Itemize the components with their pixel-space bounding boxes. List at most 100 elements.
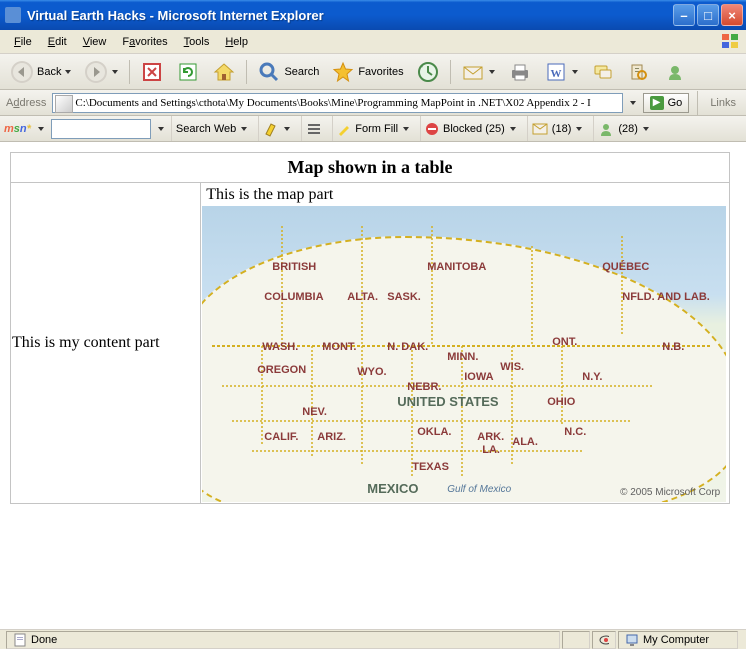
- refresh-icon: [176, 60, 200, 84]
- forward-dropdown[interactable]: [111, 70, 119, 74]
- label-minn: MINN.: [447, 351, 478, 363]
- options-button[interactable]: [301, 116, 326, 141]
- back-dropdown[interactable]: [64, 70, 72, 74]
- label-nc: N.C.: [564, 426, 586, 438]
- research-button[interactable]: [623, 58, 655, 86]
- map-cell: This is the map part BRITISH COLUMBIA AL…: [201, 183, 730, 504]
- form-fill-icon: [337, 122, 351, 136]
- buddy-button[interactable]: (28): [593, 116, 654, 141]
- map-viewport[interactable]: BRITISH COLUMBIA ALTA. SASK. MANITOBA ON…: [202, 206, 726, 502]
- go-arrow-icon: ▶: [650, 96, 664, 110]
- mail-dropdown[interactable]: [488, 70, 496, 74]
- page-content: Map shown in a table This is my content …: [0, 142, 746, 629]
- status-zone: My Computer: [618, 631, 738, 649]
- refresh-button[interactable]: [172, 58, 204, 86]
- menu-file[interactable]: File: [6, 33, 40, 51]
- edit-button[interactable]: W: [540, 58, 583, 86]
- msn-logo[interactable]: msn*: [4, 123, 31, 135]
- menu-help[interactable]: Help: [217, 33, 256, 51]
- status-bar: Done My Computer: [0, 629, 746, 649]
- window-titlebar: Virtual Earth Hacks - Microsoft Internet…: [0, 0, 746, 30]
- menu-tools[interactable]: Tools: [176, 33, 218, 51]
- home-button[interactable]: [208, 58, 240, 86]
- close-button[interactable]: ×: [721, 4, 743, 26]
- options-icon: [306, 121, 322, 137]
- label-ariz: ARIZ.: [317, 431, 346, 443]
- label-iowa: IOWA: [464, 371, 493, 383]
- buddy-dropdown[interactable]: [642, 127, 650, 131]
- label-ohio: OHIO: [547, 396, 575, 408]
- minimize-button[interactable]: –: [673, 4, 695, 26]
- back-button[interactable]: Back: [6, 58, 76, 86]
- address-input[interactable]: [52, 93, 622, 113]
- star-icon: [331, 60, 355, 84]
- label-sask: SASK.: [387, 291, 421, 303]
- label-manitoba: MANITOBA: [427, 261, 486, 273]
- search-button[interactable]: Search: [253, 58, 323, 86]
- links-label[interactable]: Links: [706, 97, 740, 109]
- label-gulf: Gulf of Mexico: [447, 484, 511, 495]
- mail-count-dropdown[interactable]: [575, 127, 583, 131]
- window-title: Virtual Earth Hacks - Microsoft Internet…: [27, 8, 671, 23]
- map-cell-label: This is the map part: [202, 184, 728, 206]
- forward-button[interactable]: [80, 58, 123, 86]
- mail-count-icon: [532, 123, 548, 135]
- table-heading: Map shown in a table: [11, 153, 730, 183]
- blocked-dropdown[interactable]: [509, 127, 517, 131]
- address-dropdown[interactable]: [629, 101, 637, 105]
- buddy-count-label: (28): [618, 123, 638, 135]
- print-button[interactable]: [504, 58, 536, 86]
- menu-favorites[interactable]: Favorites: [114, 33, 175, 51]
- go-label: Go: [668, 97, 683, 109]
- buddy-icon: [598, 121, 614, 137]
- print-icon: [508, 60, 532, 84]
- msn-search-dropdown[interactable]: [157, 127, 165, 131]
- highlight-icon: [263, 121, 279, 137]
- mail-button[interactable]: [457, 58, 500, 86]
- menu-edit[interactable]: Edit: [40, 33, 75, 51]
- label-mexico: MEXICO: [367, 481, 418, 496]
- map-table: Map shown in a table This is my content …: [10, 152, 730, 504]
- search-web-button[interactable]: Search Web: [171, 116, 252, 141]
- label-ont: ONT.: [552, 336, 577, 348]
- separator: [697, 91, 698, 115]
- svg-text:W: W: [550, 68, 561, 80]
- label-wis: WIS.: [500, 361, 524, 373]
- highlight-dropdown[interactable]: [283, 127, 291, 131]
- label-ala: ALA.: [512, 436, 538, 448]
- discuss-icon: [591, 60, 615, 84]
- label-alta: ALTA.: [347, 291, 378, 303]
- label-nebr: NEBR.: [407, 381, 441, 393]
- stop-button[interactable]: [136, 58, 168, 86]
- label-mont: MONT.: [322, 341, 356, 353]
- label-texas: TEXAS: [412, 461, 449, 473]
- label-usa: UNITED STATES: [397, 394, 498, 409]
- messenger-button[interactable]: [659, 58, 691, 86]
- status-zone-label: My Computer: [643, 634, 709, 646]
- msn-search-input[interactable]: [51, 119, 151, 139]
- search-web-label: Search Web: [176, 123, 236, 135]
- main-toolbar: Back Search Favorites W: [0, 54, 746, 90]
- favorites-label: Favorites: [358, 66, 403, 78]
- history-button[interactable]: [412, 58, 444, 86]
- form-fill-dropdown[interactable]: [402, 127, 410, 131]
- highlight-button[interactable]: [258, 116, 295, 141]
- eye-icon: [599, 633, 609, 647]
- maximize-button[interactable]: □: [697, 4, 719, 26]
- forward-icon: [84, 60, 108, 84]
- go-button[interactable]: ▶ Go: [643, 93, 690, 113]
- msn-dropdown[interactable]: [37, 127, 45, 131]
- form-fill-button[interactable]: Form Fill: [332, 116, 414, 141]
- blocked-button[interactable]: Blocked (25): [420, 116, 521, 141]
- mail-count-label: (18): [552, 123, 572, 135]
- computer-icon: [625, 633, 639, 647]
- favorites-button[interactable]: Favorites: [327, 58, 407, 86]
- search-web-dropdown[interactable]: [240, 127, 248, 131]
- menu-view[interactable]: View: [75, 33, 115, 51]
- edit-dropdown[interactable]: [571, 70, 579, 74]
- label-ark: ARK.: [477, 431, 504, 443]
- status-text: Done: [6, 631, 560, 649]
- discuss-button[interactable]: [587, 58, 619, 86]
- mail-count-button[interactable]: (18): [527, 116, 588, 141]
- back-label: Back: [37, 66, 61, 78]
